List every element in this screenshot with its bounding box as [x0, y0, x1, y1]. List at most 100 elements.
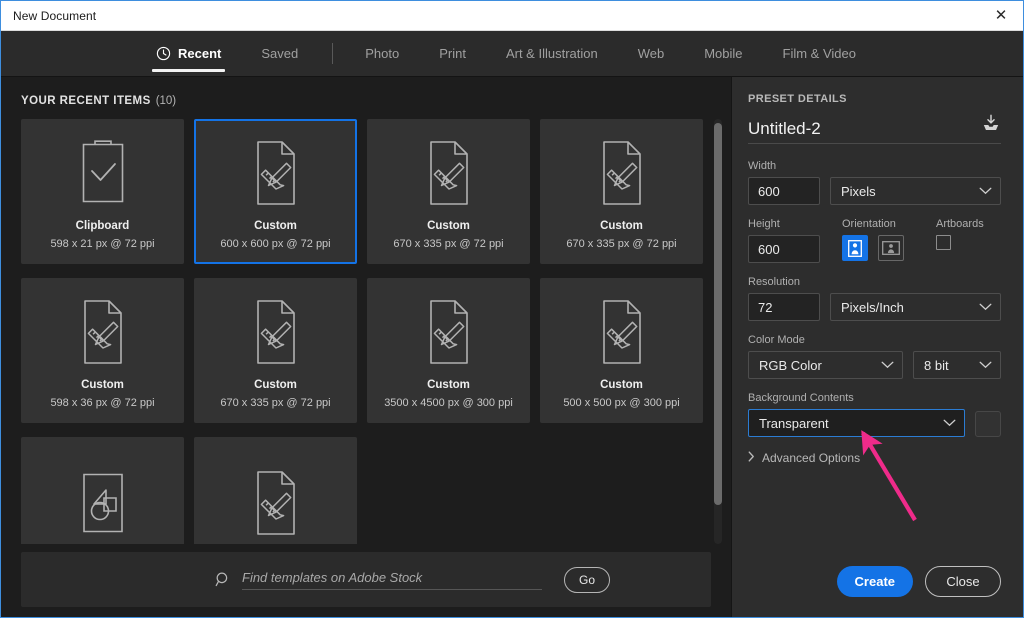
- new-document-dialog: New Document ✕ Recent Saved Photo Print …: [0, 0, 1024, 618]
- document-name-input[interactable]: Untitled-2: [748, 119, 973, 139]
- resolution-field-group: Resolution 72 Pixels/Inch: [748, 276, 1001, 321]
- document-pencil-ruler-icon: [593, 294, 651, 370]
- document-pencil-ruler-icon: [247, 465, 305, 541]
- background-contents-label: Background Contents: [748, 392, 854, 404]
- recent-item-card[interactable]: Custom 670 x 335 px @ 72 ppi: [540, 119, 703, 264]
- window-title: New Document: [13, 8, 97, 23]
- tab-print[interactable]: Print: [419, 31, 486, 76]
- recent-item-title: Custom: [81, 379, 124, 391]
- tab-art-and-illustration[interactable]: Art & Illustration: [486, 31, 618, 76]
- resolution-unit-value: Pixels/Inch: [841, 299, 904, 315]
- document-pencil-ruler-icon: [593, 135, 651, 211]
- background-contents-select[interactable]: Transparent: [748, 409, 965, 437]
- recent-items-scroll-area: Clipboard 598 x 21 px @ 72 ppi Custom 600 x…: [1, 119, 731, 544]
- chevron-down-icon: [881, 361, 894, 369]
- recent-item-title: Custom: [254, 220, 297, 232]
- clipboard-check-icon: [75, 135, 131, 211]
- close-icon[interactable]: ✕: [979, 1, 1023, 30]
- recent-item-title: Custom: [427, 379, 470, 391]
- width-label: Width: [748, 160, 777, 172]
- color-depth-select[interactable]: 8 bit: [913, 351, 1001, 379]
- preset-details-panel: PRESET DETAILS Untitled-2 Width 600 Pixe…: [731, 77, 1023, 617]
- width-input[interactable]: 600: [748, 177, 820, 205]
- height-field-group: Height 600: [748, 218, 820, 263]
- search-icon: [215, 571, 232, 588]
- recent-item-card[interactable]: Custom 598 x 36 px @ 72 ppi: [21, 278, 184, 423]
- tab-web-label: Web: [637, 46, 665, 61]
- window-titlebar: New Document ✕: [1, 1, 1023, 31]
- background-contents-value: Transparent: [759, 415, 829, 431]
- recent-item-title: Custom: [254, 379, 297, 391]
- recent-item-card[interactable]: Custom 670 x 335 px @ 72 ppi: [367, 119, 530, 264]
- recent-items-scrollbar[interactable]: [714, 119, 722, 544]
- category-tabs: Recent Saved Photo Print Art & Illustrat…: [136, 31, 876, 76]
- recent-item-title: Custom: [600, 220, 643, 232]
- recent-item-title: Clipboard: [75, 220, 130, 232]
- tab-separator: [332, 43, 334, 64]
- preset-details-heading: PRESET DETAILS: [748, 93, 847, 105]
- advanced-options-toggle[interactable]: Advanced Options: [748, 451, 1001, 465]
- recent-item-subtitle: 670 x 335 px @ 72 ppi: [393, 237, 504, 250]
- tab-mobile-label: Mobile: [704, 46, 743, 61]
- color-mode-select[interactable]: RGB Color: [748, 351, 903, 379]
- recent-item-subtitle: 3500 x 4500 px @ 300 ppi: [384, 396, 513, 409]
- width-unit-select[interactable]: Pixels: [830, 177, 1001, 205]
- create-button[interactable]: Create: [836, 566, 913, 597]
- recent-items-heading: YOUR RECENT ITEMS (10): [1, 77, 731, 119]
- tab-mobile[interactable]: Mobile: [684, 31, 762, 76]
- recent-item-subtitle: 598 x 21 px @ 72 ppi: [50, 237, 155, 250]
- color-mode-value: RGB Color: [759, 357, 822, 373]
- recent-item-card[interactable]: [21, 437, 184, 544]
- artboards-label: Artboards: [936, 218, 984, 230]
- stock-search-go-button[interactable]: Go: [564, 566, 610, 593]
- document-pencil-ruler-icon: [247, 294, 305, 370]
- height-input[interactable]: 600: [748, 235, 820, 263]
- recent-item-card[interactable]: Custom 670 x 335 px @ 72 ppi: [194, 278, 357, 423]
- color-mode-field-group: Color Mode RGB Color 8 bit: [748, 334, 1001, 379]
- recent-item-subtitle: 500 x 500 px @ 300 ppi: [563, 396, 680, 409]
- recent-item-card[interactable]: Custom 500 x 500 px @ 300 ppi: [540, 278, 703, 423]
- resolution-input[interactable]: 72: [748, 293, 820, 321]
- recent-item-card[interactable]: [194, 437, 357, 544]
- stock-search-input[interactable]: Find templates on Adobe Stock: [242, 570, 542, 590]
- clock-icon: [156, 46, 171, 61]
- tab-saved[interactable]: Saved: [241, 31, 318, 76]
- recent-items-grid: Clipboard 598 x 21 px @ 72 ppi Custom 600 x…: [1, 119, 731, 544]
- recent-item-subtitle: 670 x 335 px @ 72 ppi: [220, 396, 331, 409]
- scrollbar-thumb[interactable]: [714, 123, 722, 505]
- tab-recent[interactable]: Recent: [136, 31, 241, 76]
- recent-items-panel: YOUR RECENT ITEMS (10) Clipboard 598 x 21 …: [1, 77, 731, 617]
- background-contents-field-group: Background Contents Transparent: [748, 392, 1001, 437]
- save-preset-icon[interactable]: [981, 114, 1001, 139]
- chevron-down-icon: [979, 303, 992, 311]
- background-color-swatch[interactable]: [975, 411, 1001, 437]
- tab-photo-label: Photo: [365, 46, 400, 61]
- resolution-unit-select[interactable]: Pixels/Inch: [830, 293, 1001, 321]
- recent-item-title: Custom: [427, 220, 470, 232]
- height-label: Height: [748, 218, 780, 230]
- tab-art-and-illustration-label: Art & Illustration: [505, 46, 598, 61]
- close-button[interactable]: Close: [925, 566, 1001, 597]
- document-pencil-ruler-icon: [420, 294, 478, 370]
- advanced-options-label: Advanced Options: [762, 451, 861, 465]
- recent-items-count: (10): [155, 95, 177, 107]
- tab-recent-label: Recent: [178, 46, 222, 61]
- color-mode-label: Color Mode: [748, 334, 805, 346]
- recent-item-card[interactable]: Custom 600 x 600 px @ 72 ppi: [194, 119, 357, 264]
- tab-photo[interactable]: Photo: [345, 31, 419, 76]
- tab-web[interactable]: Web: [618, 31, 685, 76]
- orientation-field-group: Orientation: [842, 218, 904, 261]
- artboards-field-group: Artboards: [936, 218, 984, 255]
- width-field-group: Width 600 Pixels: [748, 160, 1001, 205]
- document-pencil-ruler-icon: [247, 135, 305, 211]
- portrait-orientation-icon[interactable]: [842, 235, 868, 261]
- recent-item-card[interactable]: Custom 3500 x 4500 px @ 300 ppi: [367, 278, 530, 423]
- recent-item-card[interactable]: Clipboard 598 x 21 px @ 72 ppi: [21, 119, 184, 264]
- recent-item-subtitle: 598 x 36 px @ 72 ppi: [50, 396, 155, 409]
- landscape-orientation-icon[interactable]: [878, 235, 904, 261]
- artboards-checkbox[interactable]: [936, 235, 951, 250]
- tab-film-and-video[interactable]: Film & Video: [763, 31, 876, 76]
- document-pencil-ruler-icon: [74, 294, 132, 370]
- orientation-label: Orientation: [842, 218, 896, 230]
- chevron-right-icon: [748, 451, 755, 465]
